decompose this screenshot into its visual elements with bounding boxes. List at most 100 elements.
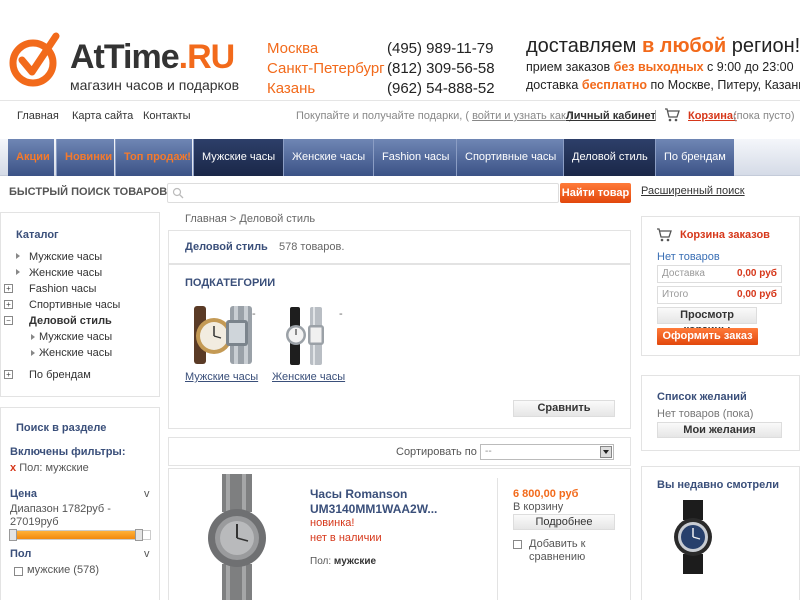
cart-icon[interactable] <box>664 108 680 122</box>
product-image[interactable] <box>206 474 268 600</box>
separator: - <box>252 308 256 320</box>
promo-delivery: доставка бесплатно по Москве, Питеру, Ка… <box>526 78 800 92</box>
catalog-item-womens[interactable]: Женские часы <box>29 267 102 279</box>
phone-row-kazan: Казань (962) 54-888-52 <box>267 78 517 98</box>
advanced-search-link[interactable]: Расширенный поиск <box>641 185 745 197</box>
bullet-icon <box>31 350 35 356</box>
recently-viewed-title: Вы недавно смотрели <box>657 479 779 491</box>
logo-title: AtTime.RU <box>70 38 235 76</box>
sort-select[interactable]: -- <box>480 444 614 460</box>
checkout-button[interactable]: Оформить заказ <box>657 328 758 345</box>
separator: - <box>339 308 343 320</box>
delivery-row: Доставка 0,00 руб <box>657 265 782 283</box>
nav-fashion-watches[interactable]: Fashion часы <box>373 139 456 176</box>
catalog-item-sport[interactable]: Спортивные часы <box>29 299 120 311</box>
filter-title: Поиск в разделе <box>16 422 107 434</box>
link-contacts[interactable]: Контакты <box>143 110 191 122</box>
nav-mens-watches[interactable]: Мужские часы <box>193 139 283 176</box>
phone-number: (812) 309-56-58 <box>387 59 495 77</box>
enabled-filters-label: Включены фильтры: <box>10 446 126 458</box>
product-count: 578 товаров. <box>279 241 345 253</box>
price-range-text: Диапазон 1782руб - <box>10 503 111 515</box>
price-slider-fill <box>10 531 139 539</box>
city-name: Санкт-Петербург <box>267 59 385 77</box>
recent-product-image[interactable] <box>670 500 716 574</box>
add-to-cart-link[interactable]: В корзину <box>513 501 563 513</box>
link-sitemap[interactable]: Карта сайта <box>72 110 133 122</box>
nav-brands[interactable]: По брендам <box>655 139 734 176</box>
my-wishes-button[interactable]: Мои желания <box>657 422 782 438</box>
logo[interactable]: AtTime.RU магазин часов и подарков <box>8 30 248 94</box>
separator: | <box>654 109 657 121</box>
cart-panel-title: Корзина заказов <box>680 229 770 241</box>
price-slider-min-handle[interactable] <box>9 529 17 541</box>
login-link[interactable]: войти и узнать как <box>472 110 566 122</box>
phone-row-moscow: Москва (495) 989-11-79 <box>267 38 517 58</box>
divider <box>497 478 498 600</box>
subcategory-link-mens[interactable]: Мужские часы <box>185 371 258 383</box>
catalog-item-mens[interactable]: Мужские часы <box>29 251 102 263</box>
catalog-item-brands[interactable]: По брендам <box>29 369 91 381</box>
bullet-icon <box>16 269 20 275</box>
cart-no-items: Нет товаров <box>657 251 720 263</box>
add-to-compare-label[interactable]: Добавить к сравнению <box>529 538 609 564</box>
gender-checkbox[interactable] <box>14 567 23 576</box>
subcategory-link-womens[interactable]: Женские часы <box>272 371 345 383</box>
catalog-subitem-mens[interactable]: Мужские часы <box>39 331 112 343</box>
header: AtTime.RU магазин часов и подарков Москв… <box>0 0 800 100</box>
link-cart[interactable]: Корзина: <box>688 110 737 122</box>
expand-icon[interactable]: + <box>4 300 13 309</box>
chevron-down-icon[interactable]: v <box>144 488 150 500</box>
product-title[interactable]: Часы Romanson UM3140MM1WAA2W... <box>310 487 480 517</box>
expand-icon[interactable]: + <box>4 370 13 379</box>
details-button[interactable]: Подробнее <box>513 514 615 530</box>
price-slider-max-handle[interactable] <box>134 529 143 541</box>
link-home[interactable]: Главная <box>17 110 59 122</box>
expand-icon[interactable]: + <box>4 284 13 293</box>
price-filter-label[interactable]: Цена <box>10 488 37 500</box>
cart-icon <box>657 228 672 242</box>
catalog-title: Каталог <box>16 229 59 241</box>
delivery-promo: доставляем в любой регион! прием заказов… <box>526 34 800 94</box>
compare-button[interactable]: Сравнить <box>513 400 615 417</box>
phone-number: (495) 989-11-79 <box>387 39 494 57</box>
chevron-down-icon[interactable]: v <box>144 548 150 560</box>
main-nav: Акции Новинки Топ продаж! Мужские часы Ж… <box>0 139 800 176</box>
nav-womens-watches[interactable]: Женские часы <box>283 139 373 176</box>
page-title: Деловой стиль <box>185 241 268 253</box>
find-product-button[interactable]: Найти товар <box>560 183 631 203</box>
nav-business-style[interactable]: Деловой стиль <box>563 139 655 176</box>
logo-clock-icon <box>9 32 60 87</box>
sort-value: -- <box>485 446 492 457</box>
catalog-subitem-womens[interactable]: Женские часы <box>39 347 112 359</box>
search-icon <box>172 187 184 199</box>
view-cart-button[interactable]: Просмотр корзины <box>657 307 757 336</box>
catalog-item-business[interactable]: Деловой стиль <box>29 315 112 327</box>
compare-checkbox[interactable] <box>513 540 522 549</box>
link-cabinet[interactable]: Личный кабинет <box>566 110 656 122</box>
gender-filter-label[interactable]: Пол <box>10 548 31 560</box>
contact-phones: Москва (495) 989-11-79 Санкт-Петербург (… <box>267 38 517 98</box>
gender-option[interactable]: мужские (578) <box>27 564 99 576</box>
product-attribute: Пол: мужские <box>310 556 377 567</box>
quick-search-input[interactable] <box>167 183 559 203</box>
applied-filter[interactable]: x Пол: мужские <box>10 462 89 474</box>
subcategory-mens-image[interactable] <box>190 300 254 368</box>
price-slider[interactable] <box>9 529 151 541</box>
city-name: Москва <box>267 39 319 57</box>
subcategory-womens-image[interactable] <box>282 305 328 367</box>
logo-subtitle: магазин часов и подарков <box>70 77 240 93</box>
promo-hours: прием заказов без выходных с 9:00 до 23:… <box>526 60 794 74</box>
nav-sport-watches[interactable]: Спортивные часы <box>456 139 563 176</box>
product-price: 6 800,00 руб <box>513 488 579 500</box>
nav-new[interactable]: Новинки <box>56 139 114 176</box>
breadcrumb[interactable]: Главная > Деловой стиль <box>185 213 315 225</box>
remove-filter-icon[interactable]: x <box>10 462 16 474</box>
bullet-icon <box>16 253 20 259</box>
catalog-item-fashion[interactable]: Fashion часы <box>29 283 96 295</box>
nav-promo[interactable]: Акции <box>8 139 54 176</box>
collapse-icon[interactable]: − <box>4 316 13 325</box>
nav-top-sales[interactable]: Топ продаж! <box>115 139 192 176</box>
dropdown-arrow-icon[interactable] <box>600 446 612 458</box>
delivery-value: 0,00 руб <box>737 268 777 279</box>
